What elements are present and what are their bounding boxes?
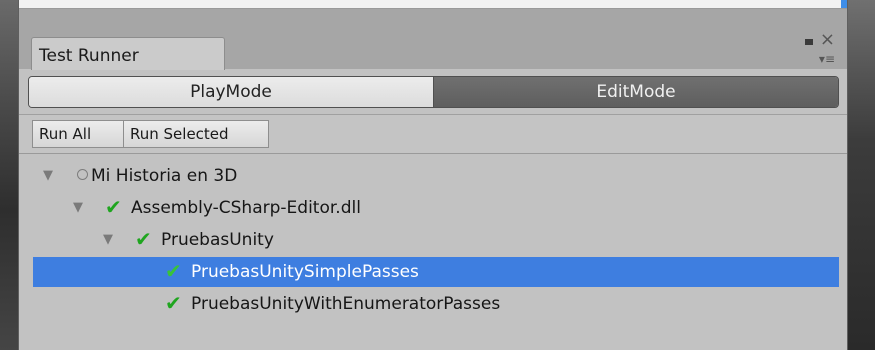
tree-item-pruebasunity[interactable]: ▼ ✔ PruebasUnity: [33, 225, 839, 255]
check-icon: ✔: [105, 195, 122, 219]
tree-item-enumerator-passes[interactable]: ✔ PruebasUnityWithEnumeratorPasses: [33, 289, 839, 319]
tree-item-assembly[interactable]: ▼ ✔ Assembly-CSharp-Editor.dll: [33, 193, 839, 223]
background-scene-right: [845, 0, 875, 350]
tab-title: Test Runner: [39, 46, 139, 66]
mode-bar: PlayMode EditMode: [19, 70, 847, 114]
close-icon[interactable]: ×: [820, 31, 835, 49]
window-top-strip: [19, 0, 847, 9]
check-icon: ✔: [165, 291, 182, 315]
expand-arrow-icon[interactable]: ▼: [103, 225, 113, 255]
tree-item-label: Assembly-CSharp-Editor.dll: [131, 198, 361, 218]
run-all-button[interactable]: Run All: [32, 120, 124, 148]
playmode-button[interactable]: PlayMode: [29, 77, 434, 107]
toolbar: Run All Run Selected: [19, 114, 847, 154]
focus-indicator: [841, 0, 847, 8]
editmode-button[interactable]: EditMode: [434, 77, 838, 107]
maximize-icon[interactable]: [805, 39, 813, 45]
mode-toggle: PlayMode EditMode: [28, 76, 839, 108]
tree-item-label: PruebasUnity: [161, 230, 274, 250]
tree-item-mi-historia[interactable]: ▼ Mi Historia en 3D: [33, 161, 839, 191]
expand-arrow-icon[interactable]: ▼: [43, 161, 53, 191]
tree-item-simple-passes[interactable]: ✔ PruebasUnitySimplePasses: [33, 257, 839, 287]
tab-bar: Test Runner × ▾≡: [19, 9, 847, 71]
test-tree: ▼ Mi Historia en 3D ▼ ✔ Assembly-CSharp-…: [19, 154, 847, 350]
tree-item-label: PruebasUnitySimplePasses: [191, 262, 419, 282]
run-selected-button[interactable]: Run Selected: [123, 120, 269, 148]
tab-test-runner[interactable]: Test Runner: [31, 37, 225, 71]
tree-item-label: PruebasUnityWithEnumeratorPasses: [191, 294, 501, 314]
test-runner-window: Test Runner × ▾≡ PlayMode EditMode Run A…: [18, 0, 848, 350]
tree-item-label: Mi Historia en 3D: [91, 166, 238, 186]
check-icon: ✔: [165, 259, 182, 283]
window-controls: × ▾≡: [795, 31, 835, 71]
menu-icon[interactable]: ▾≡: [819, 53, 835, 65]
check-icon: ✔: [135, 227, 152, 251]
expand-arrow-icon[interactable]: ▼: [73, 193, 83, 223]
not-run-icon: [77, 169, 88, 180]
